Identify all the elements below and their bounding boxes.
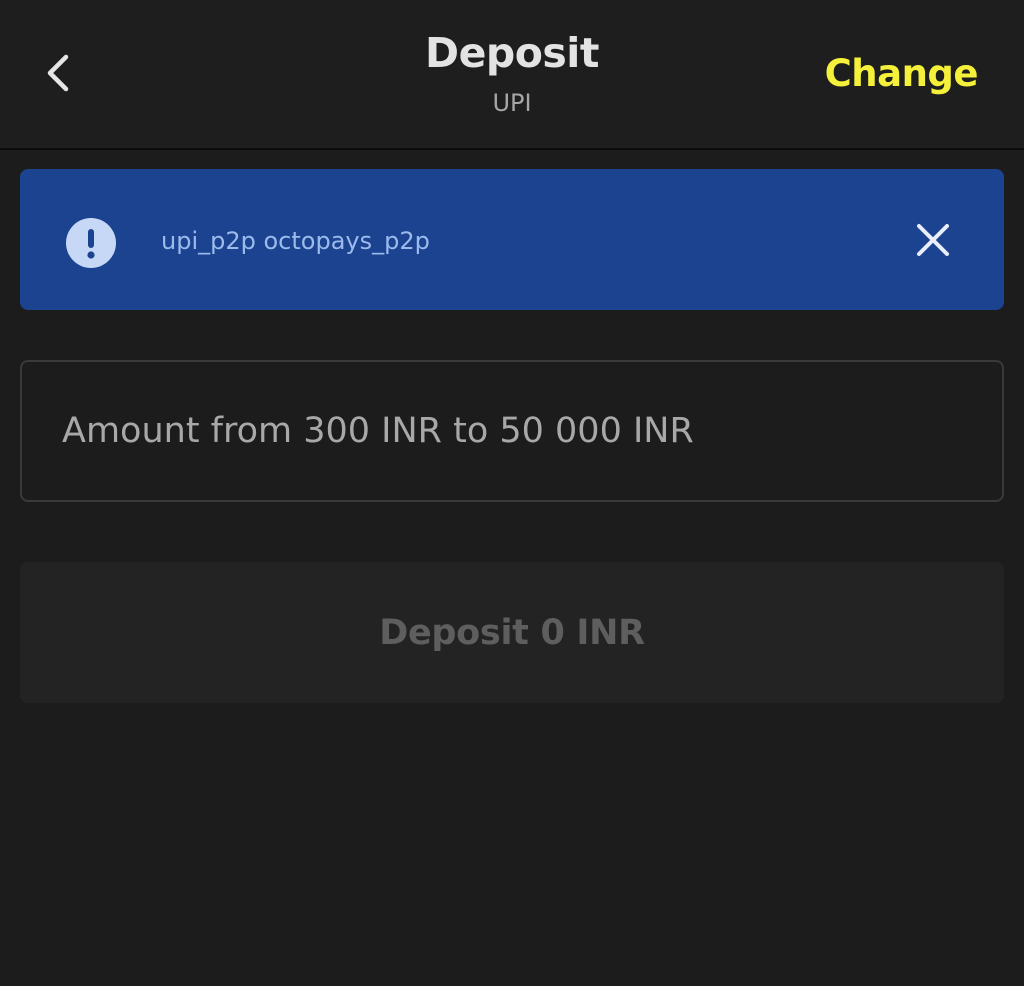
deposit-button[interactable]: Deposit 0 INR — [20, 562, 1004, 703]
exclamation-circle-icon — [66, 218, 116, 268]
amount-input[interactable] — [62, 362, 962, 500]
close-icon — [917, 224, 949, 256]
change-button[interactable]: Change — [825, 50, 979, 98]
deposit-button-label: Deposit 0 INR — [379, 612, 645, 653]
info-banner: upi_p2p octopays_p2p — [20, 169, 1004, 310]
banner-close-button[interactable] — [910, 217, 956, 263]
banner-message: upi_p2p octopays_p2p — [161, 227, 430, 255]
amount-field[interactable] — [20, 360, 1004, 502]
top-bar: Deposit UPI Change — [0, 0, 1024, 150]
